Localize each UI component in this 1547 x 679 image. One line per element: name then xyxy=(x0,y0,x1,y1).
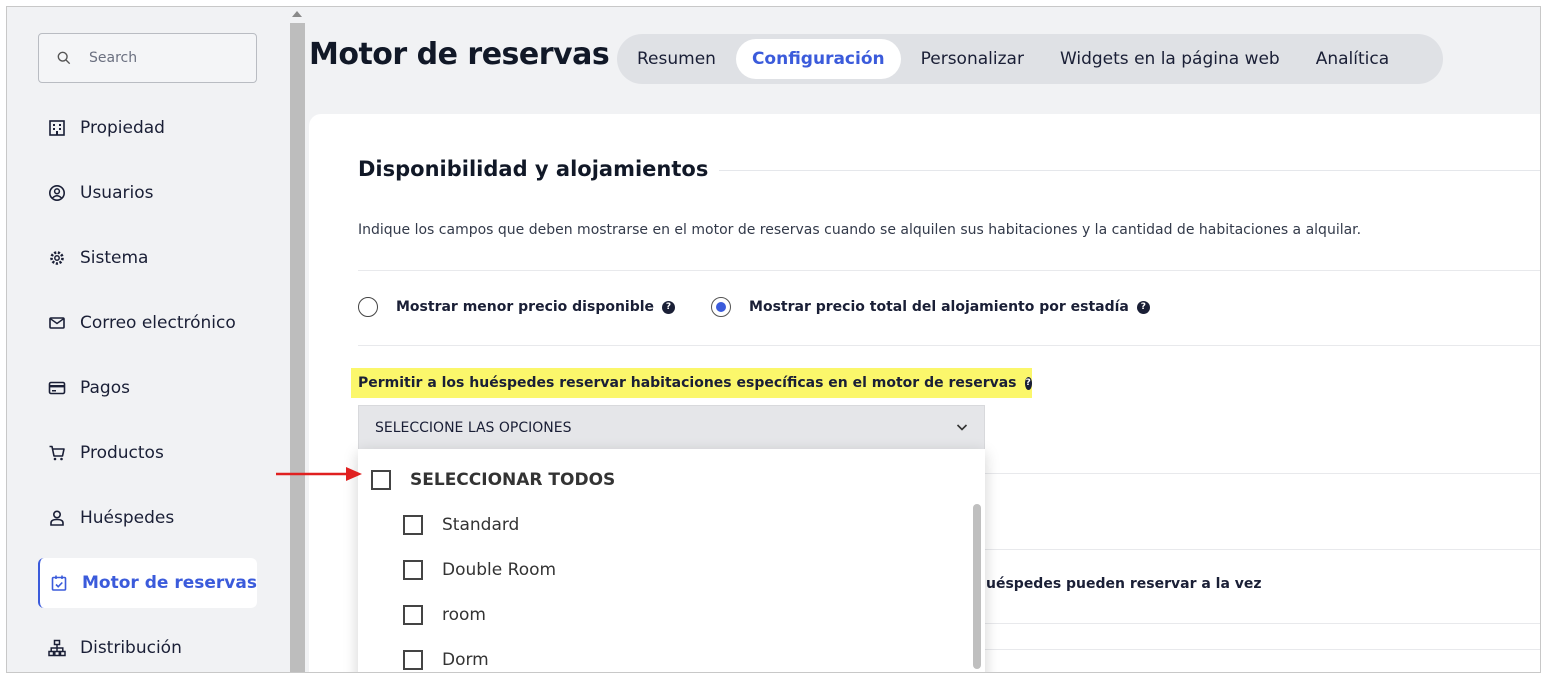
option-checkbox[interactable] xyxy=(403,560,423,580)
search-box[interactable] xyxy=(38,33,257,83)
tab-configuracion[interactable]: Configuración xyxy=(735,39,901,79)
option-label: Standard xyxy=(442,515,520,535)
calendar-check-icon xyxy=(49,573,69,593)
sitemap-icon xyxy=(47,638,67,658)
sidebar-item-label: Motor de reservas xyxy=(82,573,257,593)
content-panel: Disponibilidad y alojamientos Indique lo… xyxy=(309,114,1540,672)
dropdown-scrollbar[interactable] xyxy=(973,504,981,669)
price-display-options: Mostrar menor precio disponible ? Mostra… xyxy=(358,297,1186,317)
app-window: Propiedad Usuarios Sistema Correo electr… xyxy=(6,6,1541,673)
select-placeholder: SELECCIONE LAS OPCIONES xyxy=(375,419,572,436)
building-icon xyxy=(47,118,67,138)
sidebar-item-pagos[interactable]: Pagos xyxy=(38,363,257,413)
option-checkbox[interactable] xyxy=(403,650,423,670)
search-icon xyxy=(57,51,71,65)
annotation-arrow-icon xyxy=(276,467,362,481)
highlighted-setting-label: Permitir a los huéspedes reservar habita… xyxy=(351,368,1032,398)
user-circle-icon xyxy=(47,183,67,203)
sidebar-scrollbar-thumb[interactable] xyxy=(290,23,305,672)
specific-rooms-label: Permitir a los huéspedes reservar habita… xyxy=(358,375,1017,391)
sidebar: Propiedad Usuarios Sistema Correo electr… xyxy=(7,7,289,672)
sidebar-item-label: Pagos xyxy=(80,378,130,398)
option-label: Dorm xyxy=(442,650,489,670)
person-icon xyxy=(47,508,67,528)
help-icon[interactable]: ? xyxy=(1136,300,1150,314)
sidebar-item-label: Distribución xyxy=(80,638,182,658)
cart-icon xyxy=(47,443,67,463)
sidebar-item-propiedad[interactable]: Propiedad xyxy=(38,103,257,153)
chevron-down-icon xyxy=(956,424,968,431)
credit-card-icon xyxy=(47,378,67,398)
option-label: SELECCIONAR TODOS xyxy=(410,470,616,490)
sidebar-item-huespedes[interactable]: Huéspedes xyxy=(38,493,257,543)
divider xyxy=(358,345,1540,346)
section-divider xyxy=(719,170,1540,171)
tab-personalizar[interactable]: Personalizar xyxy=(905,39,1040,79)
option-checkbox[interactable] xyxy=(403,605,423,625)
select-all-checkbox[interactable] xyxy=(371,470,391,490)
option-room[interactable]: room xyxy=(403,605,486,625)
radio-lowest-price[interactable] xyxy=(358,297,378,317)
sidebar-item-correo[interactable]: Correo electrónico xyxy=(38,298,257,348)
sidebar-item-distribucion[interactable]: Distribución xyxy=(38,623,257,672)
option-label: room xyxy=(442,605,486,625)
sidebar-item-label: Propiedad xyxy=(80,118,165,138)
tab-widgets[interactable]: Widgets en la página web xyxy=(1044,39,1296,79)
divider xyxy=(358,270,1540,271)
select-all-option[interactable]: SELECCIONAR TODOS xyxy=(371,470,615,490)
option-standard[interactable]: Standard xyxy=(403,515,519,535)
sidebar-item-label: Correo electrónico xyxy=(80,313,236,333)
tab-resumen[interactable]: Resumen xyxy=(621,39,732,79)
radio-label-lowest-price: Mostrar menor precio disponible xyxy=(396,299,655,315)
mail-icon xyxy=(47,313,67,333)
tab-analitica[interactable]: Analítica xyxy=(1300,39,1405,79)
section-title: Disponibilidad y alojamientos xyxy=(358,157,709,181)
scroll-up-arrow-icon[interactable] xyxy=(292,11,302,17)
help-icon[interactable]: ? xyxy=(662,300,676,314)
sidebar-item-motor-de-reservas[interactable]: Motor de reservas xyxy=(38,558,257,608)
sidebar-item-usuarios[interactable]: Usuarios xyxy=(38,168,257,218)
sidebar-item-label: Huéspedes xyxy=(80,508,175,528)
radio-total-price[interactable] xyxy=(711,297,732,317)
option-checkbox[interactable] xyxy=(403,515,423,535)
radio-label-total-price: Mostrar precio total del alojamiento por… xyxy=(749,299,1129,315)
sidebar-item-label: Sistema xyxy=(80,248,149,268)
sidebar-item-label: Productos xyxy=(80,443,164,463)
option-label: Double Room xyxy=(442,560,557,580)
room-types-select[interactable]: SELECCIONE LAS OPCIONES xyxy=(358,405,985,449)
option-double-room[interactable]: Double Room xyxy=(403,560,556,580)
tab-bar: Resumen Configuración Personalizar Widge… xyxy=(617,34,1443,84)
help-icon[interactable]: ? xyxy=(1024,376,1032,390)
gear-icon xyxy=(47,248,67,268)
max-rooms-label: uéspedes pueden reservar a la vez xyxy=(986,576,1262,592)
section-description: Indique los campos que deben mostrarse e… xyxy=(358,222,1362,238)
sidebar-item-sistema[interactable]: Sistema xyxy=(38,233,257,283)
page-title: Motor de reservas xyxy=(309,37,610,72)
option-dorm[interactable]: Dorm xyxy=(403,650,489,670)
sidebar-item-productos[interactable]: Productos xyxy=(38,428,257,478)
room-types-dropdown: SELECCIONAR TODOS Standard Double Room r… xyxy=(358,449,985,672)
sidebar-item-label: Usuarios xyxy=(80,183,154,203)
search-input[interactable] xyxy=(89,50,229,66)
